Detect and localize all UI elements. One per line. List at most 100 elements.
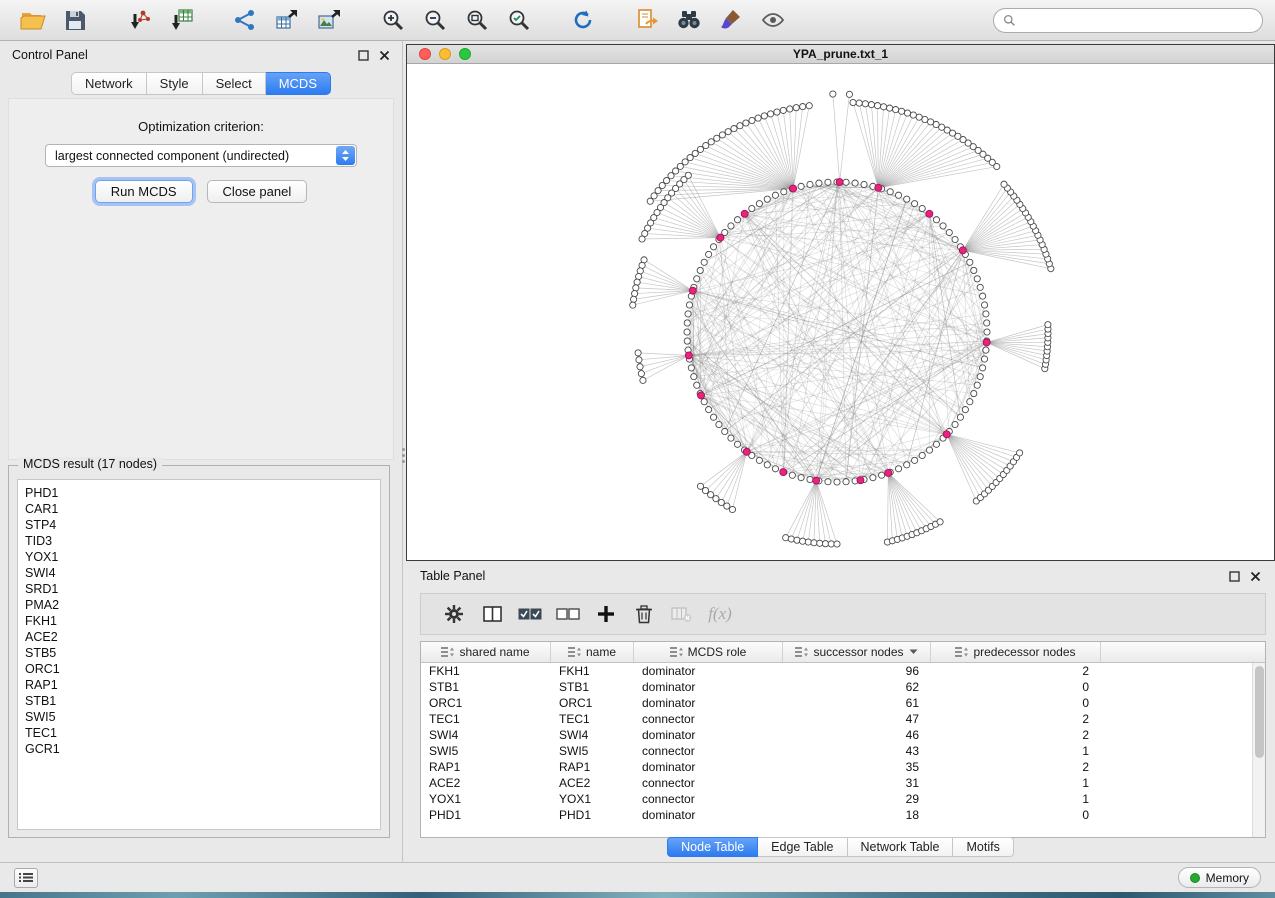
cell-role[interactable]: connector	[634, 712, 783, 726]
mcds-result-item[interactable]: RAP1	[18, 677, 380, 693]
cell-predecessors[interactable]: 1	[931, 776, 1101, 790]
mcds-result-item[interactable]: FKH1	[18, 613, 380, 629]
zoom-fit-button[interactable]	[458, 4, 496, 36]
cell-role[interactable]: connector	[634, 744, 783, 758]
table-row[interactable]: STB1STB1dominator620	[421, 679, 1252, 695]
mcds-result-item[interactable]: STB5	[18, 645, 380, 661]
cell-shared_name[interactable]: SWI5	[421, 744, 551, 758]
cell-shared_name[interactable]: RAP1	[421, 760, 551, 774]
table-row[interactable]: ACE2ACE2connector311	[421, 775, 1252, 791]
zoom-in-button[interactable]	[374, 4, 412, 36]
cell-predecessors[interactable]: 2	[931, 760, 1101, 774]
cell-name[interactable]: SWI5	[551, 744, 634, 758]
export-table-button[interactable]	[268, 4, 306, 36]
cell-name[interactable]: YOX1	[551, 792, 634, 806]
tab-mcds[interactable]: MCDS	[266, 72, 331, 95]
refresh-view-button[interactable]	[564, 4, 602, 36]
cell-predecessors[interactable]: 1	[931, 792, 1101, 806]
tab-node-table[interactable]: Node Table	[667, 837, 758, 857]
export-document-button[interactable]	[628, 4, 666, 36]
cell-name[interactable]: SWI4	[551, 728, 634, 742]
show-hide-button[interactable]	[754, 4, 792, 36]
table-row[interactable]: PHD1PHD1dominator180	[421, 807, 1252, 823]
cell-predecessors[interactable]: 0	[931, 680, 1101, 694]
cell-successors[interactable]: 61	[783, 696, 931, 710]
scrollbar-thumb[interactable]	[1255, 666, 1264, 758]
mcds-result-item[interactable]: TEC1	[18, 725, 380, 741]
mcds-result-item[interactable]: CAR1	[18, 501, 380, 517]
create-column-button[interactable]	[591, 599, 621, 629]
cell-name[interactable]: PHD1	[551, 808, 634, 822]
column-header-shared-name[interactable]: shared name	[421, 642, 551, 662]
tab-edge-table[interactable]: Edge Table	[758, 837, 847, 857]
cell-successors[interactable]: 35	[783, 760, 931, 774]
table-row[interactable]: FKH1FKH1dominator962	[421, 663, 1252, 679]
cell-successors[interactable]: 18	[783, 808, 931, 822]
cell-name[interactable]: RAP1	[551, 760, 634, 774]
mcds-result-item[interactable]: GCR1	[18, 741, 380, 757]
cell-predecessors[interactable]: 2	[931, 664, 1101, 678]
cell-role[interactable]: dominator	[634, 808, 783, 822]
cell-successors[interactable]: 62	[783, 680, 931, 694]
show-column-panel-button[interactable]	[477, 599, 507, 629]
cell-role[interactable]: dominator	[634, 696, 783, 710]
export-network-button[interactable]	[226, 4, 264, 36]
mcds-result-item[interactable]: SWI4	[18, 565, 380, 581]
cell-role[interactable]: dominator	[634, 664, 783, 678]
close-panel-icon[interactable]	[379, 50, 390, 61]
cell-successors[interactable]: 31	[783, 776, 931, 790]
cell-shared_name[interactable]: TEC1	[421, 712, 551, 726]
zoom-out-button[interactable]	[416, 4, 454, 36]
import-network-file-button[interactable]	[120, 4, 158, 36]
table-vertical-scrollbar[interactable]	[1252, 663, 1265, 837]
cell-name[interactable]: ORC1	[551, 696, 634, 710]
mcds-result-list[interactable]: PHD1CAR1STP4TID3YOX1SWI4SRD1PMA2FKH1ACE2…	[17, 479, 381, 830]
column-header-mcds-role[interactable]: MCDS role	[634, 642, 783, 662]
mcds-result-item[interactable]: ACE2	[18, 629, 380, 645]
global-search[interactable]	[993, 8, 1263, 33]
deselect-all-rows-button[interactable]	[553, 599, 583, 629]
cell-predecessors[interactable]: 2	[931, 712, 1101, 726]
open-folder-button[interactable]	[14, 4, 52, 36]
table-row[interactable]: YOX1YOX1connector291	[421, 791, 1252, 807]
table-row[interactable]: TEC1TEC1connector472	[421, 711, 1252, 727]
mcds-result-item[interactable]: PMA2	[18, 597, 380, 613]
mcds-result-item[interactable]: ORC1	[18, 661, 380, 677]
tab-network-table[interactable]: Network Table	[848, 837, 954, 857]
table-row[interactable]: SWI4SWI4dominator462	[421, 727, 1252, 743]
float-panel-icon[interactable]	[358, 50, 369, 61]
cell-shared_name[interactable]: ORC1	[421, 696, 551, 710]
cell-predecessors[interactable]: 2	[931, 728, 1101, 742]
import-table-file-button[interactable]	[162, 4, 200, 36]
mcds-result-item[interactable]: PHD1	[18, 485, 380, 501]
run-mcds-button[interactable]: Run MCDS	[95, 180, 193, 203]
cell-successors[interactable]: 43	[783, 744, 931, 758]
mcds-result-item[interactable]: YOX1	[18, 549, 380, 565]
table-settings-button[interactable]	[439, 599, 469, 629]
optimization-criterion-select[interactable]: largest connected component (undirected)	[45, 144, 357, 167]
cell-role[interactable]: connector	[634, 792, 783, 806]
window-close-button[interactable]	[419, 48, 431, 60]
mcds-result-item[interactable]: STP4	[18, 517, 380, 533]
status-menu-button[interactable]	[14, 868, 38, 888]
close-panel-button[interactable]: Close panel	[207, 180, 308, 203]
mcds-result-item[interactable]: STB1	[18, 693, 380, 709]
export-image-button[interactable]	[310, 4, 348, 36]
table-row[interactable]: RAP1RAP1dominator352	[421, 759, 1252, 775]
cell-name[interactable]: ACE2	[551, 776, 634, 790]
cell-successors[interactable]: 47	[783, 712, 931, 726]
cell-name[interactable]: TEC1	[551, 712, 634, 726]
mcds-result-item[interactable]: SWI5	[18, 709, 380, 725]
column-header-name[interactable]: name	[551, 642, 634, 662]
cell-shared_name[interactable]: PHD1	[421, 808, 551, 822]
tab-motifs[interactable]: Motifs	[953, 837, 1013, 857]
memory-button[interactable]: Memory	[1178, 867, 1261, 888]
cell-name[interactable]: STB1	[551, 680, 634, 694]
save-session-button[interactable]	[56, 4, 94, 36]
cell-shared_name[interactable]: FKH1	[421, 664, 551, 678]
mcds-result-item[interactable]: SRD1	[18, 581, 380, 597]
cell-predecessors[interactable]: 0	[931, 696, 1101, 710]
close-panel-icon[interactable]	[1250, 571, 1261, 582]
cell-shared_name[interactable]: SWI4	[421, 728, 551, 742]
cell-role[interactable]: dominator	[634, 680, 783, 694]
